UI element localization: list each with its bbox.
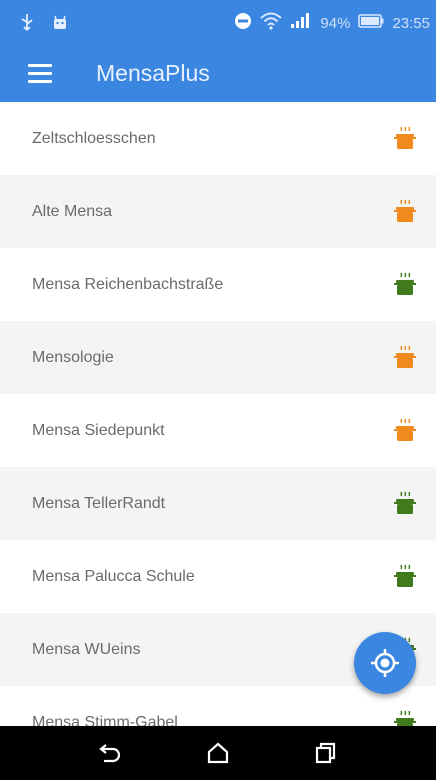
list-item[interactable]: Mensologie bbox=[0, 321, 436, 394]
pot-icon bbox=[394, 491, 416, 515]
gps-location-icon bbox=[371, 649, 399, 677]
navigation-bar bbox=[0, 726, 436, 780]
mensa-name: Mensa Stimm-Gabel bbox=[32, 714, 178, 726]
list-item[interactable]: Mensa Palucca Schule bbox=[0, 540, 436, 613]
mensa-name: Mensa Siedepunkt bbox=[32, 422, 165, 439]
list-item[interactable]: Mensa Reichenbachstraße bbox=[0, 248, 436, 321]
pot-icon bbox=[394, 272, 416, 296]
battery-icon bbox=[358, 14, 384, 32]
mensa-name: Mensa Palucca Schule bbox=[32, 568, 195, 585]
mensa-name: Mensa WUeins bbox=[32, 641, 141, 658]
mensa-name: Alte Mensa bbox=[32, 203, 113, 220]
pot-icon bbox=[394, 199, 416, 223]
hamburger-menu-icon[interactable] bbox=[28, 64, 52, 84]
list-item[interactable]: Mensa Siedepunkt bbox=[0, 394, 436, 467]
list-item[interactable]: Alte Mensa bbox=[0, 175, 436, 248]
mensa-name: Mensa TellerRandt bbox=[32, 495, 166, 512]
locate-fab-button[interactable] bbox=[354, 632, 416, 694]
home-icon[interactable] bbox=[205, 740, 231, 766]
pot-icon bbox=[394, 418, 416, 442]
pot-icon bbox=[394, 564, 416, 588]
mensa-name: Mensologie bbox=[32, 349, 114, 366]
usb-icon bbox=[20, 14, 34, 37]
list-item[interactable]: Zeltschloesschen bbox=[0, 102, 436, 175]
android-icon bbox=[52, 15, 68, 36]
do-not-disturb-icon bbox=[234, 12, 252, 34]
status-bar: 94% 23:55 bbox=[0, 0, 436, 48]
pot-icon bbox=[394, 126, 416, 150]
app-bar bbox=[0, 48, 436, 102]
pot-icon bbox=[394, 710, 416, 726]
recents-icon[interactable] bbox=[312, 740, 338, 766]
back-icon[interactable] bbox=[96, 740, 122, 766]
list-item[interactable]: Mensa TellerRandt bbox=[0, 467, 436, 540]
mensa-name: Mensa Reichenbachstraße bbox=[32, 276, 224, 293]
pot-icon bbox=[394, 345, 416, 369]
signal-icon bbox=[290, 13, 312, 33]
wifi-icon bbox=[260, 12, 283, 34]
app-title: MensaPlus bbox=[96, 60, 210, 86]
mensa-name: Zeltschloesschen bbox=[32, 130, 156, 147]
battery-percent: 94% bbox=[320, 14, 351, 32]
clock: 23:55 bbox=[392, 14, 430, 32]
